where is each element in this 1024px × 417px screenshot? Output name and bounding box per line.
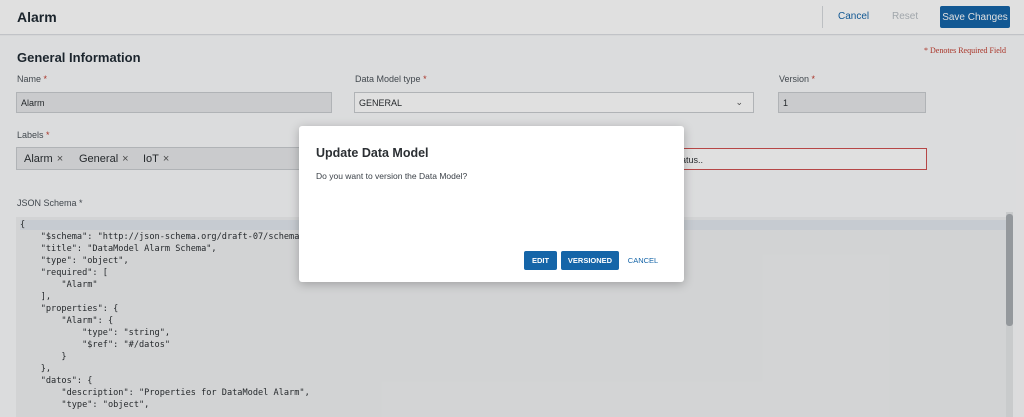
update-data-model-dialog: Update Data Model Do you want to version… <box>299 126 684 282</box>
edit-button[interactable]: EDIT <box>524 251 557 270</box>
versioned-button[interactable]: VERSIONED <box>561 251 619 270</box>
dialog-message: Do you want to version the Data Model? <box>316 171 468 181</box>
dialog-title: Update Data Model <box>316 146 429 160</box>
dialog-cancel-button[interactable]: CANCEL <box>625 251 661 270</box>
